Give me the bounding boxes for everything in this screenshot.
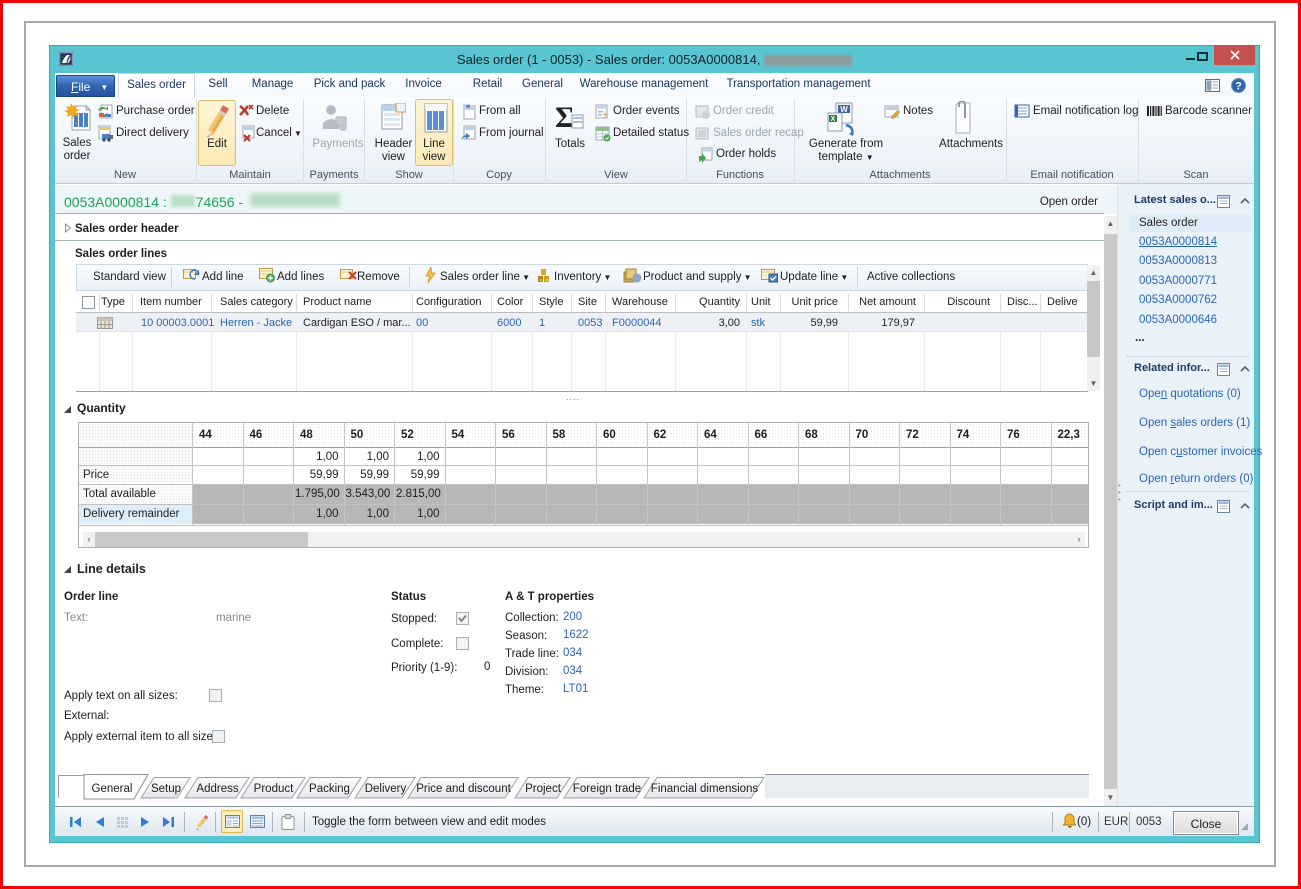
svg-text:Price and discount: Price and discount — [416, 783, 511, 795]
svg-text:General: General — [92, 783, 133, 795]
svg-text:X: X — [831, 116, 836, 123]
svg-text:?: ? — [1235, 81, 1242, 93]
svg-text:Address: Address — [196, 783, 238, 795]
svg-text:Foreign trade: Foreign trade — [573, 783, 641, 795]
svg-text:Project: Project — [525, 783, 562, 795]
svg-text:Setup: Setup — [151, 783, 181, 795]
svg-text:Packing: Packing — [309, 783, 350, 795]
svg-text:Financial dimensions: Financial dimensions — [651, 783, 759, 795]
svg-text:Delivery: Delivery — [365, 783, 407, 795]
svg-text:Product: Product — [254, 783, 294, 795]
